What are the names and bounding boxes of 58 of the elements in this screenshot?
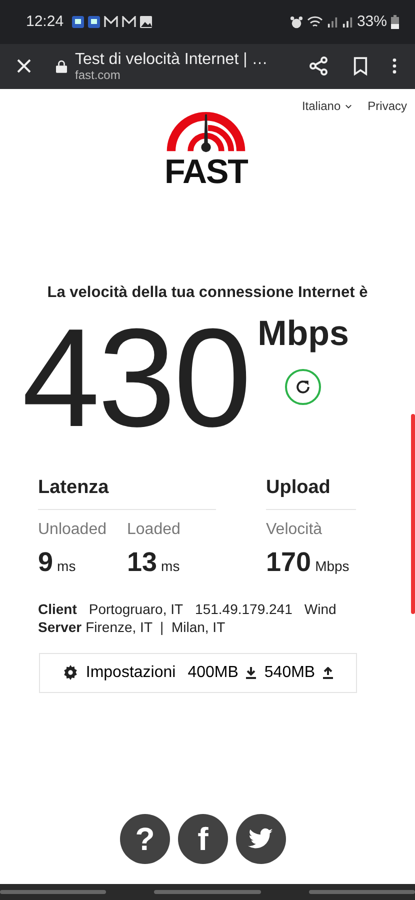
language-selector[interactable]: Italiano (302, 97, 341, 115)
status-time: 12:24 (26, 12, 64, 32)
upload-icon (323, 666, 334, 679)
app-notification-icon (72, 16, 84, 28)
share-icon (309, 56, 329, 76)
client-label: Client (38, 600, 77, 618)
caret-icon (344, 104, 352, 108)
bookmark-button[interactable] (353, 54, 368, 78)
help-button[interactable]: ? (120, 814, 170, 864)
server-list: Firenze, IT | Milan, IT (86, 618, 226, 637)
metric-label: Unloaded (38, 520, 108, 540)
server-label: Server (38, 618, 82, 637)
image-icon (140, 16, 152, 28)
metric-label: Loaded (127, 520, 182, 540)
app-notification-icon (88, 16, 100, 28)
refresh-icon (294, 378, 312, 396)
speed-unit: Mbps (258, 313, 349, 356)
twitter-button[interactable] (236, 814, 286, 864)
mail-icon (104, 16, 118, 28)
bird-icon (248, 828, 274, 850)
metric-value: 170 (266, 546, 312, 579)
facebook-button[interactable]: f (178, 814, 228, 864)
download-size: 400MB (188, 662, 238, 683)
download-icon (246, 666, 256, 679)
metric-value: 13 (127, 546, 158, 579)
battery-icon (391, 15, 399, 29)
client-location: Portogruaro, IT (88, 600, 184, 618)
close-icon (16, 58, 32, 74)
section-title: Latenza (38, 474, 216, 510)
page-url: fast.com (75, 68, 122, 82)
metric-unit: ms (161, 556, 180, 576)
mail-icon (122, 16, 136, 28)
metric-label: Velocità (266, 520, 324, 540)
fast-logo: FAST (164, 97, 248, 189)
bookmark-icon (353, 56, 368, 76)
metric-unit: Mbps (315, 556, 350, 576)
settings-label: Impostazioni (86, 662, 176, 683)
settings-button[interactable]: Impostazioni 400MB 540MB (39, 652, 357, 693)
menu-icon (392, 57, 397, 76)
refresh-button[interactable] (285, 368, 322, 405)
privacy-link[interactable]: Privacy (368, 97, 407, 115)
lock-icon (56, 60, 67, 73)
speed-value: 430 (22, 308, 250, 448)
client-isp: Wind (304, 600, 336, 618)
wifi-icon (306, 15, 323, 29)
metric-value: 9 (38, 546, 54, 579)
section-title: Upload (266, 474, 356, 510)
signal-icon (326, 16, 338, 28)
signal-icon (342, 16, 353, 28)
share-button[interactable] (309, 54, 329, 78)
speed-heading: La velocità della tua connessione Internet è (46, 283, 369, 303)
gear-icon (62, 665, 78, 680)
client-ip: 151.49.179.241 (195, 600, 292, 618)
page-title: Test di velocità Internet | … (75, 51, 269, 69)
battery-percent: 33% (356, 12, 387, 32)
upload-size: 540MB (264, 662, 316, 683)
alarm-icon (290, 16, 303, 28)
metric-unit: ms (57, 556, 76, 576)
